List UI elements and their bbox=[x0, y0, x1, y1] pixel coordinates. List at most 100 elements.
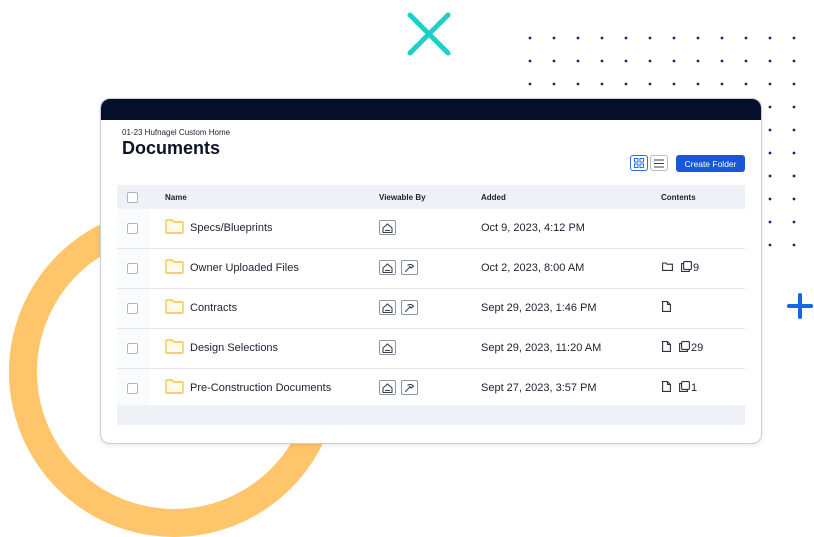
decorative-dot bbox=[768, 105, 772, 109]
contents-item: 9 bbox=[681, 261, 699, 275]
decorative-dot bbox=[648, 59, 652, 63]
column-header-added[interactable]: Added bbox=[481, 193, 506, 202]
table-row[interactable]: Owner Uploaded Files Oct 2, 2023, 8:00 AM… bbox=[117, 249, 745, 289]
list-icon bbox=[654, 159, 664, 167]
viewable-by-badges bbox=[379, 380, 418, 395]
subcontractor-icon bbox=[401, 300, 418, 315]
decorative-dot bbox=[552, 36, 556, 40]
row-checkbox[interactable] bbox=[127, 343, 138, 354]
folder-icon bbox=[165, 219, 184, 239]
folder-icon bbox=[165, 379, 184, 399]
added-date: Sept 29, 2023, 1:46 PM bbox=[481, 302, 597, 314]
decorative-dot bbox=[744, 36, 748, 40]
table-row[interactable]: Specs/Blueprints Oct 9, 2023, 4:12 PM bbox=[117, 209, 745, 249]
grid-icon bbox=[634, 158, 644, 168]
decorative-dot bbox=[720, 36, 724, 40]
window-header-bar bbox=[101, 99, 761, 120]
folder-name[interactable]: Specs/Blueprints bbox=[190, 222, 273, 234]
decorative-dot bbox=[576, 59, 580, 63]
decorative-dot bbox=[792, 243, 796, 247]
decorative-dot bbox=[768, 59, 772, 63]
folder-name[interactable]: Contracts bbox=[190, 302, 237, 314]
viewable-by-badges bbox=[379, 340, 396, 355]
owner-icon bbox=[379, 220, 396, 235]
decorative-dot bbox=[768, 220, 772, 224]
decorative-dot bbox=[528, 36, 532, 40]
column-header-viewable-by[interactable]: Viewable By bbox=[379, 193, 426, 202]
decorative-dot bbox=[768, 243, 772, 247]
contents-item: 1 bbox=[679, 381, 697, 395]
list-view-button[interactable] bbox=[650, 155, 668, 171]
viewable-by-badges bbox=[379, 260, 418, 275]
viewable-by-badges bbox=[379, 300, 418, 315]
decorative-dot bbox=[720, 82, 724, 86]
decorative-dot bbox=[744, 82, 748, 86]
row-checkbox[interactable] bbox=[127, 223, 138, 234]
file-icon bbox=[662, 341, 671, 355]
decorative-dot bbox=[672, 59, 676, 63]
subcontractor-icon bbox=[401, 260, 418, 275]
decorative-dot bbox=[792, 36, 796, 40]
decorative-dot bbox=[768, 82, 772, 86]
decorative-dot bbox=[648, 82, 652, 86]
contents-count: 9 bbox=[693, 262, 700, 274]
files-icon bbox=[679, 381, 690, 395]
subcontractor-icon bbox=[401, 380, 418, 395]
grid-view-button[interactable] bbox=[630, 155, 648, 171]
folder-name[interactable]: Owner Uploaded Files bbox=[190, 262, 299, 274]
decorative-dot bbox=[720, 59, 724, 63]
contents-summary: 1 bbox=[662, 381, 697, 395]
decorative-dot bbox=[792, 174, 796, 178]
documents-table-body: Specs/Blueprints Oct 9, 2023, 4:12 PM Owne… bbox=[117, 209, 745, 409]
folder-icon bbox=[165, 339, 184, 359]
row-checkbox[interactable] bbox=[127, 303, 138, 314]
decorative-dot bbox=[696, 36, 700, 40]
page-title: Documents bbox=[122, 138, 221, 158]
contents-item bbox=[662, 301, 671, 315]
decorative-dot bbox=[552, 82, 556, 86]
decorative-dot bbox=[624, 36, 628, 40]
table-footer bbox=[117, 405, 745, 425]
column-header-name[interactable]: Name bbox=[165, 193, 187, 202]
breadcrumb[interactable]: 01-23 Hufnagel Custom Home bbox=[122, 128, 230, 137]
decorative-dot bbox=[792, 197, 796, 201]
decorative-dot bbox=[528, 59, 532, 63]
decorative-dot bbox=[792, 105, 796, 109]
table-row[interactable]: Design Selections Sept 29, 2023, 11:20 AM… bbox=[117, 329, 745, 369]
decorative-dot bbox=[792, 151, 796, 155]
decorative-dot bbox=[768, 151, 772, 155]
contents-item: 29 bbox=[679, 341, 703, 355]
decorative-dot bbox=[600, 59, 604, 63]
file-icon bbox=[662, 381, 671, 395]
decorative-dot bbox=[624, 59, 628, 63]
contents-summary bbox=[662, 301, 671, 315]
folder-name[interactable]: Pre-Construction Documents bbox=[190, 382, 331, 394]
decorative-dot bbox=[576, 82, 580, 86]
decorative-dot bbox=[768, 128, 772, 132]
owner-icon bbox=[379, 380, 396, 395]
decorative-dot bbox=[600, 82, 604, 86]
create-folder-button[interactable]: Create Folder bbox=[676, 155, 745, 172]
file-icon bbox=[662, 301, 671, 315]
files-icon bbox=[681, 261, 692, 275]
table-row[interactable]: Contracts Sept 29, 2023, 1:46 PM bbox=[117, 289, 745, 329]
contents-item bbox=[662, 341, 671, 355]
row-checkbox[interactable] bbox=[127, 383, 138, 394]
contents-item bbox=[662, 262, 673, 274]
added-date: Sept 27, 2023, 3:57 PM bbox=[481, 382, 597, 394]
select-all-checkbox[interactable] bbox=[127, 192, 138, 203]
decorative-dot bbox=[648, 36, 652, 40]
owner-icon bbox=[379, 340, 396, 355]
row-checkbox[interactable] bbox=[127, 263, 138, 274]
decorative-dot bbox=[672, 36, 676, 40]
decorative-dot bbox=[552, 59, 556, 63]
decorative-dot bbox=[696, 59, 700, 63]
added-date: Oct 9, 2023, 4:12 PM bbox=[481, 222, 585, 234]
added-date: Oct 2, 2023, 8:00 AM bbox=[481, 262, 585, 274]
decorative-dot bbox=[792, 128, 796, 132]
decorative-dot bbox=[600, 36, 604, 40]
folder-name[interactable]: Design Selections bbox=[190, 342, 278, 354]
decorative-dot bbox=[528, 82, 532, 86]
table-row[interactable]: Pre-Construction Documents Sept 27, 2023,… bbox=[117, 369, 745, 409]
column-header-contents[interactable]: Contents bbox=[661, 193, 696, 202]
